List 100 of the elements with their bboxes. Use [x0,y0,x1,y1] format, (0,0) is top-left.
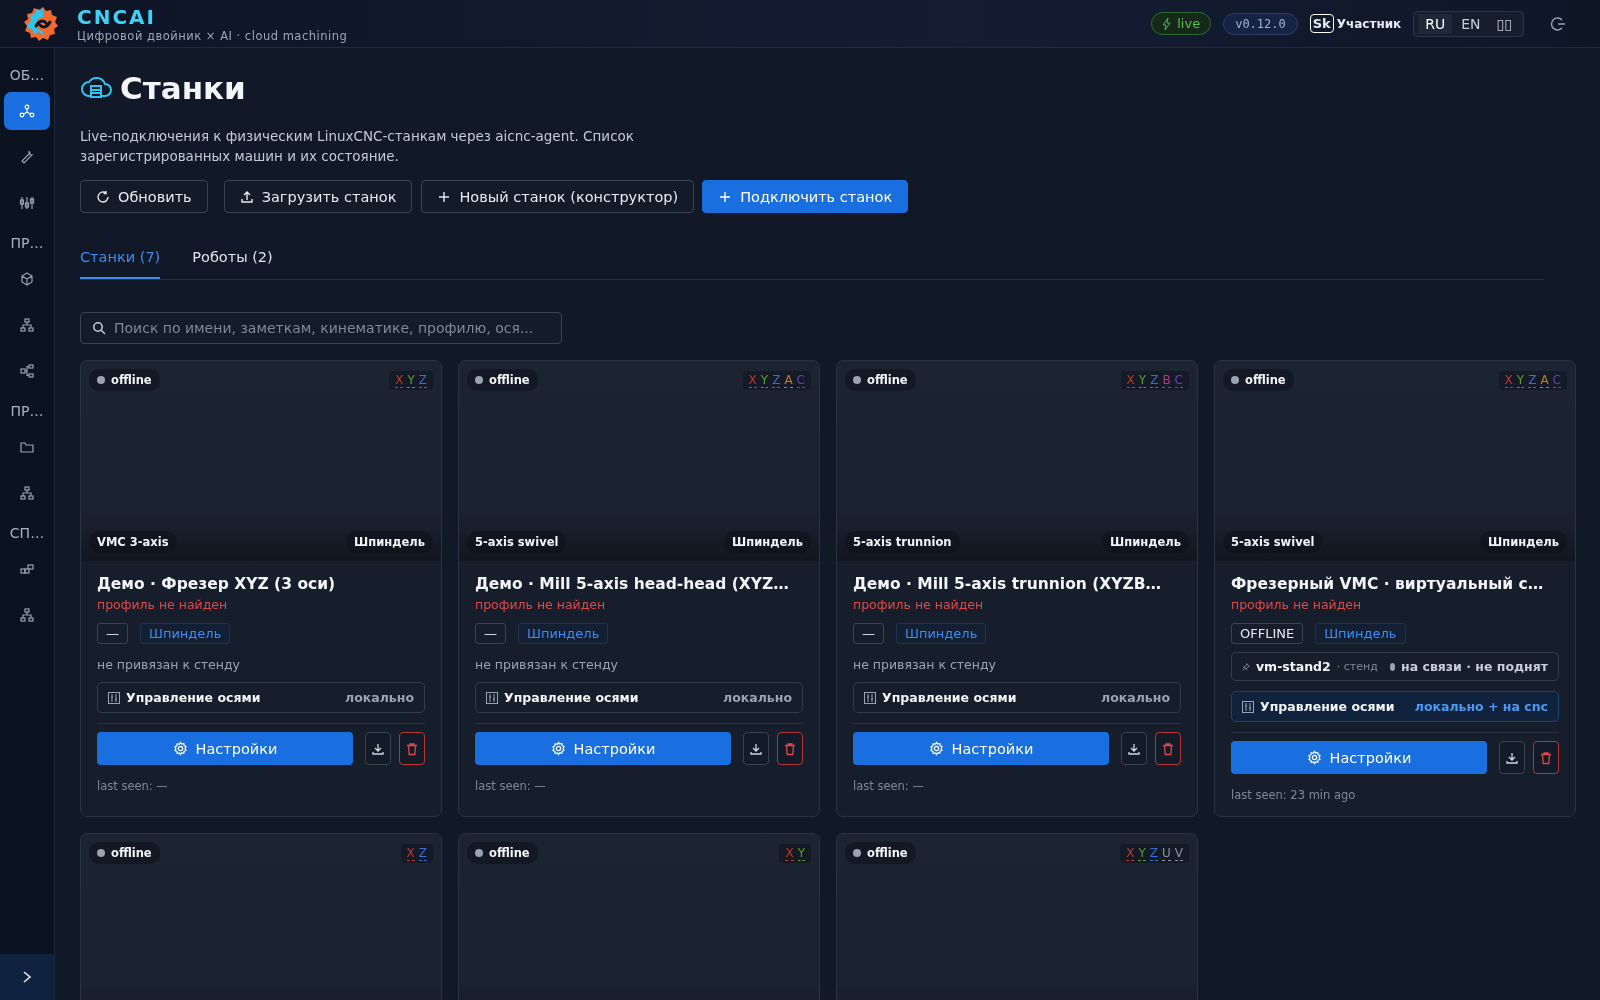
axis-letter: X [1126,372,1135,388]
action-button[interactable]: Новый станок (конструктор) [421,180,695,213]
settings-icon [172,741,188,756]
profile-status: профиль не найден [97,597,229,612]
download-button[interactable] [365,732,391,765]
tag: Шпиндель [1315,623,1406,644]
stand-role: · стенд [1336,660,1378,673]
axis-letter: U [1162,845,1171,861]
action-button[interactable]: Обновить [80,180,208,213]
axis-letter: V [1174,845,1183,861]
axis-control-panel[interactable]: Управление осями локально [853,682,1181,713]
tag: — [97,623,128,644]
head-label: Шпиндель [1480,531,1567,553]
status-text: offline [111,373,152,387]
machine-title: Фрезерный VMC · виртуальный с… [1231,575,1545,593]
search-field[interactable]: Поиск по имени, заметкам, кинематике, профилю, ося... [80,312,562,344]
plus-icon [718,189,733,204]
axis-letter: Y [1138,845,1146,861]
axis-letter: X [748,372,757,388]
machine-title: Демо · Mill 5-axis trunnion (XYZB… [853,575,1163,593]
trash-icon [405,741,419,756]
profile-status: профиль не найден [475,597,607,612]
status-text: offline [111,846,152,860]
sidebar-section-label: ОБ… [9,66,45,85]
status-text: offline [1245,373,1286,387]
settings-label: Настройки [573,740,656,757]
axis-letter: Z [1528,372,1537,388]
head-label: Шпиндель [1102,531,1189,553]
download-icon [749,741,763,756]
settings-icon [928,741,944,756]
download-button[interactable] [1121,732,1147,765]
search-icon [92,321,106,335]
sliders-icon [864,691,876,704]
tab[interactable]: Станки (7) [80,243,161,279]
wrench-icon [19,149,35,165]
settings-button[interactable]: Настройки [475,732,731,765]
sliders-icon [1242,700,1254,713]
tag: Шпиндель [896,623,987,644]
last-seen: last seen: — [853,779,925,793]
pin-icon [1242,660,1250,673]
folder-icon [19,439,35,455]
tag: Шпиндель [140,623,231,644]
blocks-icon [19,561,35,577]
sidebar-section-label: СП… [9,524,45,543]
sidebar-item[interactable] [4,92,50,130]
page-title: Станки [120,70,246,106]
live-badge: live [1151,12,1212,35]
sidebar-section-label: ПР… [10,234,44,253]
status-text: offline [489,373,530,387]
logout-icon[interactable] [1550,15,1566,32]
machine-title: Демо · Mill 5-axis head-head (XYZ… [475,575,790,593]
chevron-right-icon [21,970,33,984]
kinematics-label: 5-axis trunnion [845,531,960,553]
axis-letter: B [1162,372,1171,388]
delete-button[interactable] [777,732,803,765]
download-button[interactable] [743,732,769,765]
axis-control-label: Управление осями [1260,699,1396,714]
last-seen: last seen: — [97,779,169,793]
action-label: Загрузить станок [261,188,397,205]
settings-label: Настройки [1329,749,1412,766]
action-label: Обновить [118,188,192,205]
kinematics-label: 5-axis swivel [467,531,567,553]
settings-label: Настройки [195,740,278,757]
branch-icon [19,363,35,379]
settings-button[interactable]: Настройки [1231,741,1487,774]
binding-status: не привязан к стенду [853,657,997,672]
hierarchy-icon [19,607,35,623]
axis-letter: A [1540,372,1549,388]
delete-button[interactable] [1155,732,1181,765]
sliders-icon [19,195,35,211]
tab[interactable]: Роботы (2) [192,243,273,279]
axis-control-mode: локально [345,690,414,705]
axis-letter: Z [418,845,427,861]
axis-control-panel[interactable]: Управление осями локально + на cnc [1231,691,1559,722]
action-button[interactable]: Загрузить станок [223,180,413,213]
settings-button[interactable]: Настройки [853,732,1109,765]
status-text: offline [867,373,908,387]
language-option[interactable]: ▯▯ [1489,13,1519,34]
version-badge: v0.12.0 [1223,12,1298,35]
delete-button[interactable] [399,732,425,765]
download-icon [371,741,385,756]
axis-control-panel[interactable]: Управление осями локально [97,682,425,713]
language-option[interactable]: EN [1454,13,1488,34]
sidebar-section-label: ПР… [10,402,44,421]
axis-control-label: Управление осями [126,690,262,705]
action-label: Подключить станок [740,188,893,205]
kinematics-label: 5-axis swivel [1223,531,1323,553]
download-button[interactable] [1499,741,1525,774]
action-button[interactable]: Подключить станок [702,180,909,213]
axis-control-label: Управление осями [504,690,640,705]
binding-status: не привязан к стенду [97,657,241,672]
status-text: offline [867,846,908,860]
language-option[interactable]: RU [1418,13,1453,34]
delete-button[interactable] [1533,741,1559,774]
axis-letter: X [785,845,794,861]
cube-icon [19,271,35,287]
settings-button[interactable]: Настройки [97,732,353,765]
axis-control-panel[interactable]: Управление осями локально [475,682,803,713]
tag: OFFLINE [1231,623,1304,644]
stand-state: на связи · не поднят [1401,659,1548,674]
